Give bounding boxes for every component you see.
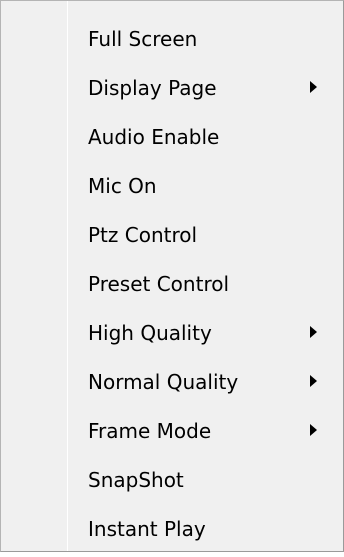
chevron-right-icon	[310, 81, 317, 93]
menu-item-label: Instant Play	[88, 517, 206, 541]
menu-item-preset-control[interactable]: Preset Control	[1, 263, 343, 312]
chevron-right-icon	[310, 375, 317, 387]
menu-items: Full Screen Display Page Audio Enable Mi…	[1, 18, 343, 557]
menu-item-label: Display Page	[88, 76, 217, 100]
menu-item-snapshot[interactable]: SnapShot	[1, 459, 343, 508]
menu-item-instant-play[interactable]: Instant Play	[1, 508, 343, 557]
menu-item-audio-enable[interactable]: Audio Enable	[1, 116, 343, 165]
chevron-right-icon	[310, 326, 317, 338]
menu-item-label: Frame Mode	[88, 419, 212, 443]
menu-item-label: Audio Enable	[88, 125, 220, 149]
menu-item-normal-quality[interactable]: Normal Quality	[1, 361, 343, 410]
menu-item-label: Preset Control	[88, 272, 230, 296]
menu-item-label: High Quality	[88, 321, 212, 345]
menu-item-label: Full Screen	[88, 27, 198, 51]
chevron-right-icon	[310, 424, 317, 436]
menu-item-full-screen[interactable]: Full Screen	[1, 18, 343, 67]
menu-item-mic-on[interactable]: Mic On	[1, 165, 343, 214]
menu-item-label: Normal Quality	[88, 370, 239, 394]
menu-item-high-quality[interactable]: High Quality	[1, 312, 343, 361]
menu-item-label: Mic On	[88, 174, 157, 198]
menu-item-ptz-control[interactable]: Ptz Control	[1, 214, 343, 263]
context-menu: Full Screen Display Page Audio Enable Mi…	[0, 0, 344, 552]
menu-item-label: Ptz Control	[88, 223, 198, 247]
menu-item-display-page[interactable]: Display Page	[1, 67, 343, 116]
menu-item-label: SnapShot	[88, 468, 184, 492]
menu-item-frame-mode[interactable]: Frame Mode	[1, 410, 343, 459]
